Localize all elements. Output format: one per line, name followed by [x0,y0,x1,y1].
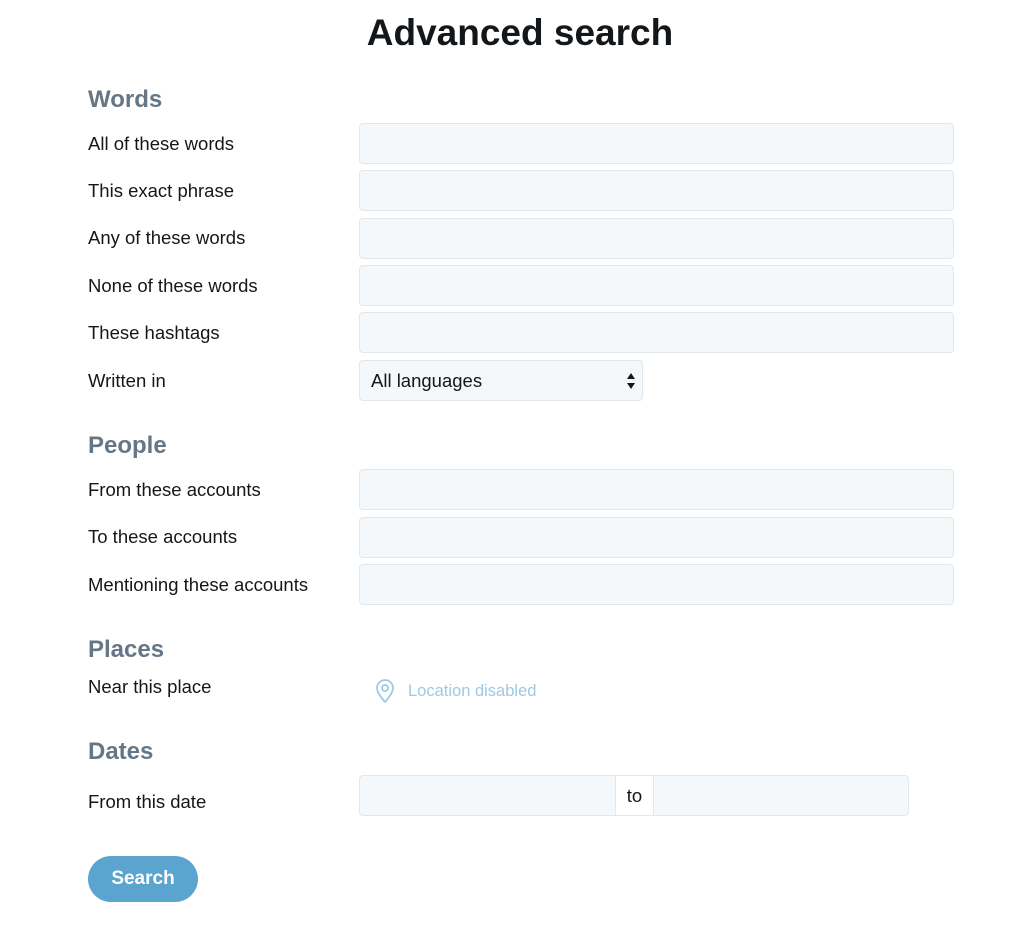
all-words-label: All of these words [88,133,235,154]
section-heading-dates: Dates [88,738,154,765]
location-toggle[interactable]: Location disabled [374,678,536,704]
from-date-label: From this date [88,791,207,812]
near-place-label: Near this place [88,676,212,697]
location-status: Location disabled [408,681,537,700]
all-words-input[interactable] [359,123,954,164]
to-accounts-input[interactable] [359,517,954,558]
exact-phrase-label: This exact phrase [88,180,235,201]
date-range: to [359,775,909,816]
from-accounts-label: From these accounts [88,479,261,500]
mentioning-accounts-input[interactable] [359,564,954,605]
page-title: Advanced search [366,12,674,53]
hashtags-label: These hashtags [88,322,220,343]
exact-phrase-input[interactable] [359,170,954,211]
end-date-input[interactable] [654,776,908,815]
mentioning-accounts-label: Mentioning these accounts [88,574,309,595]
language-select[interactable]: All languages [359,360,643,401]
none-words-input[interactable] [359,265,954,306]
search-button[interactable]: Search [88,856,198,902]
section-heading-words: Words [88,86,163,113]
section-heading-places: Places [88,636,165,663]
select-arrows-icon [627,373,635,389]
date-separator: to [615,775,654,816]
section-heading-people: People [88,432,167,459]
any-words-input[interactable] [359,218,954,259]
none-words-label: None of these words [88,275,258,296]
to-accounts-label: To these accounts [88,526,238,547]
language-label: Written in [88,370,166,391]
from-accounts-input[interactable] [359,469,954,510]
hashtags-input[interactable] [359,312,954,353]
any-words-label: Any of these words [88,227,246,248]
language-select-value: All languages [371,370,483,391]
start-date-input[interactable] [360,776,615,815]
map-pin-icon [376,679,394,703]
